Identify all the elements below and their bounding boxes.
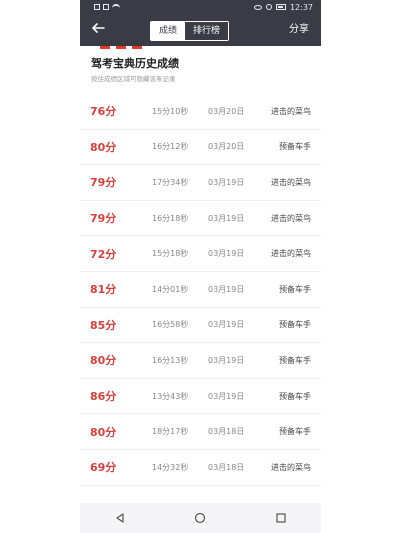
rank-title: 预备车手 — [279, 142, 311, 152]
exam-duration: 16分12秒 — [152, 142, 189, 152]
home-circle-icon[interactable] — [194, 512, 206, 524]
score-value: 85分 — [90, 318, 117, 332]
score-value: 79分 — [90, 176, 117, 190]
score-value: 86分 — [90, 390, 117, 404]
score-row[interactable]: 80分 16分12秒 03月20日 预备车手 — [80, 130, 321, 166]
wifi-icon — [112, 4, 120, 10]
system-nav-bar — [80, 503, 321, 533]
score-list: 76分 15分10秒 03月20日 进击的菜鸟 80分 16分12秒 03月20… — [80, 94, 321, 486]
page-subtitle: 按住成绩区域可隐藏该条记录 — [91, 75, 176, 83]
top-navbar: 成绩 排行榜 分享 — [80, 14, 321, 46]
score-row[interactable]: 86分 13分43秒 03月19日 预备车手 — [80, 379, 321, 415]
score-value: 80分 — [90, 140, 117, 154]
arrow-left-icon-svg — [91, 23, 105, 33]
exam-date: 03月18日 — [208, 427, 245, 437]
rank-title: 进击的菜鸟 — [271, 462, 311, 472]
rank-title: 预备车手 — [279, 391, 311, 401]
exam-duration: 18分17秒 — [152, 427, 189, 437]
exam-duration: 14分01秒 — [152, 284, 189, 294]
score-row[interactable]: 69分 14分32秒 03月18日 进击的菜鸟 — [80, 450, 321, 486]
tab-scores[interactable]: 成绩 — [151, 22, 186, 40]
rank-title: 进击的菜鸟 — [271, 106, 311, 116]
score-row[interactable]: 79分 17分34秒 03月19日 进击的菜鸟 — [80, 165, 321, 201]
rank-title: 预备车手 — [279, 427, 311, 437]
arrow-left-icon[interactable] — [88, 20, 108, 40]
score-row[interactable]: 80分 18分17秒 03月18日 预备车手 — [80, 414, 321, 450]
exam-duration: 16分18秒 — [152, 213, 189, 223]
rank-title: 预备车手 — [279, 320, 311, 330]
exam-date: 03月19日 — [208, 320, 245, 330]
rank-title: 进击的菜鸟 — [271, 177, 311, 187]
exam-duration: 16分58秒 — [152, 320, 189, 330]
rank-title: 预备车手 — [279, 355, 311, 365]
signal-icon — [94, 4, 100, 10]
recent-square-icon[interactable] — [275, 512, 287, 524]
rank-title: 预备车手 — [279, 284, 311, 294]
exam-duration: 16分13秒 — [152, 355, 189, 365]
score-row[interactable]: 76分 15分10秒 03月20日 进击的菜鸟 — [80, 94, 321, 130]
status-bar: 12:37 — [80, 0, 321, 14]
score-row[interactable]: 80分 16分13秒 03月19日 预备车手 — [80, 343, 321, 379]
exam-duration: 15分10秒 — [152, 106, 189, 116]
exam-date: 03月19日 — [208, 355, 245, 365]
exam-date: 03月19日 — [208, 249, 245, 259]
score-value: 80分 — [90, 425, 117, 439]
exam-date: 03月20日 — [208, 142, 245, 152]
home-circle-icon-svg — [195, 512, 206, 524]
accent-mark — [116, 46, 126, 49]
score-value: 76分 — [90, 105, 117, 119]
exam-date: 03月19日 — [208, 177, 245, 187]
accent-mark — [132, 46, 142, 49]
battery-icon — [275, 4, 286, 10]
exam-duration: 15分18秒 — [152, 249, 189, 259]
tab-leaderboard[interactable]: 排行榜 — [185, 22, 229, 40]
exam-date: 03月19日 — [208, 213, 245, 223]
eye-icon — [253, 4, 262, 10]
score-value: 69分 — [90, 461, 117, 475]
page-title: 驾考宝典历史成绩 — [91, 57, 179, 70]
rank-title: 进击的菜鸟 — [271, 213, 311, 223]
signal-icon — [103, 4, 109, 10]
score-value: 72分 — [90, 247, 117, 261]
score-row[interactable]: 81分 14分01秒 03月19日 预备车手 — [80, 272, 321, 308]
rank-title: 进击的菜鸟 — [271, 249, 311, 259]
exam-duration: 14分32秒 — [152, 462, 189, 472]
mute-icon — [265, 4, 272, 10]
exam-duration: 17分34秒 — [152, 177, 189, 187]
score-row[interactable]: 72分 15分18秒 03月19日 进击的菜鸟 — [80, 236, 321, 272]
accent-mark — [100, 46, 110, 49]
exam-duration: 13分43秒 — [152, 391, 189, 401]
score-row[interactable]: 79分 16分18秒 03月19日 进击的菜鸟 — [80, 201, 321, 237]
recent-square-icon-svg — [276, 513, 286, 523]
back-triangle-icon-svg — [116, 513, 124, 523]
status-time: 12:37 — [289, 2, 313, 12]
history-header: 驾考宝典历史成绩 按住成绩区域可隐藏该条记录 — [80, 50, 321, 90]
back-triangle-icon[interactable] — [114, 512, 126, 524]
status-left — [94, 4, 120, 10]
exam-date: 03月18日 — [208, 462, 245, 472]
score-value: 81分 — [90, 283, 117, 297]
exam-date: 03月20日 — [208, 106, 245, 116]
phone-screen: 12:37 成绩 排行榜 分享 驾考宝典历史成绩 按住成绩区域可隐藏该条记录 7… — [80, 0, 321, 533]
exam-date: 03月19日 — [208, 284, 245, 294]
score-value: 80分 — [90, 354, 117, 368]
share-button[interactable]: 分享 — [289, 22, 309, 38]
tab-group: 成绩 排行榜 — [150, 21, 230, 41]
score-value: 79分 — [90, 212, 117, 226]
score-row[interactable]: 85分 16分58秒 03月19日 预备车手 — [80, 308, 321, 344]
exam-date: 03月19日 — [208, 391, 245, 401]
status-right: 12:37 — [253, 2, 313, 12]
